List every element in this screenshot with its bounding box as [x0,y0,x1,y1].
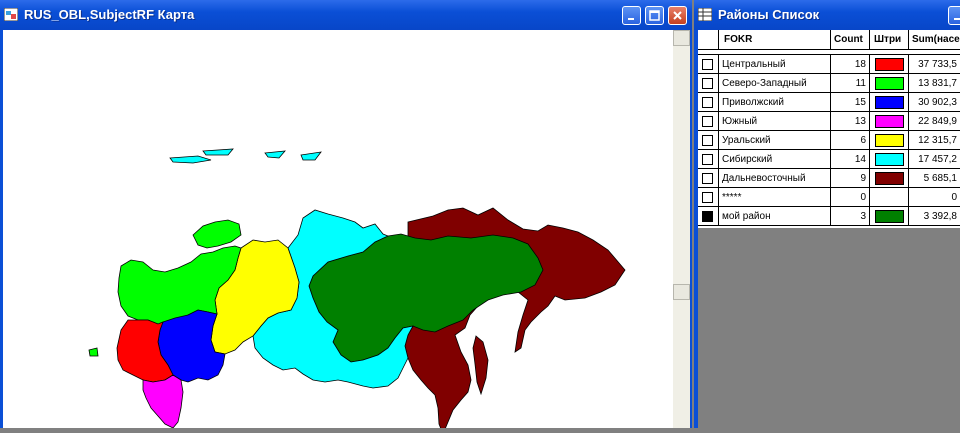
row-pattern-cell[interactable] [870,93,909,112]
row-count-cell[interactable]: 15 [831,93,870,112]
column-header-fokr[interactable]: FOKR [719,30,831,50]
color-swatch [875,172,904,185]
row-sum-cell[interactable]: 13 831,7 [909,74,960,93]
row-name-cell[interactable]: Приволжский [719,93,831,112]
column-header-sum[interactable]: Sum(насе [909,30,960,50]
color-swatch [875,134,904,147]
row-sum-cell[interactable]: 3 392,8 [909,207,960,226]
scroll-up-button[interactable] [673,30,690,46]
close-button[interactable] [668,6,687,25]
row-sum-cell[interactable]: 37 733,5 [909,55,960,74]
row-select-cell[interactable] [698,150,719,169]
row-select-cell[interactable] [698,112,719,131]
list-window-icon [698,8,712,21]
row-count-cell[interactable]: 14 [831,150,870,169]
maximize-icon [649,10,660,21]
row-count-cell[interactable]: 11 [831,74,870,93]
row-count-cell[interactable]: 18 [831,55,870,74]
district-table[interactable]: FOKR Count Штри Sum(насе Центральный 18 37… [698,30,960,228]
row-name-cell[interactable]: мой район [719,207,831,226]
row-name-cell[interactable]: Южный [719,112,831,131]
map-vertical-scrollbar[interactable] [673,30,690,428]
row-checkbox[interactable] [702,173,713,184]
row-select-cell[interactable] [698,74,719,93]
color-swatch [875,58,904,71]
row-checkbox[interactable] [702,78,713,89]
row-select-cell[interactable] [698,131,719,150]
row-pattern-cell[interactable] [870,55,909,74]
row-pattern-cell[interactable] [870,188,909,207]
row-checkbox[interactable] [702,192,713,203]
row-pattern-cell[interactable] [870,112,909,131]
close-icon [673,11,682,20]
row-name-cell[interactable]: Дальневосточный [719,169,831,188]
row-count-cell[interactable]: 13 [831,112,870,131]
row-name-cell[interactable]: ***** [719,188,831,207]
sakhalin-island [472,335,489,396]
row-sum-cell[interactable]: 22 849,9 [909,112,960,131]
row-count-cell[interactable]: 3 [831,207,870,226]
kaliningrad [88,347,99,357]
map-canvas[interactable] [3,30,673,433]
row-count-cell[interactable]: 6 [831,131,870,150]
row-checkbox[interactable] [702,154,713,165]
row-count-cell[interactable]: 9 [831,169,870,188]
row-name-cell[interactable]: Сибирский [719,150,831,169]
scroll-thumb[interactable] [673,284,690,300]
row-sum-cell[interactable]: 5 685,1 [909,169,960,188]
row-checkbox[interactable] [702,116,713,127]
row-select-cell[interactable] [698,188,719,207]
row-pattern-cell[interactable] [870,169,909,188]
row-name-cell[interactable]: Северо-Западный [719,74,831,93]
minimize-button[interactable] [622,6,641,25]
row-checkbox[interactable] [702,97,713,108]
map-window-titlebar[interactable]: RUS_OBL,SubjectRF Карта [0,0,692,30]
list-window-title: Районы Список [718,7,820,22]
kola-peninsula [192,219,242,249]
row-sum-cell[interactable]: 17 457,2 [909,150,960,169]
row-pattern-cell[interactable] [870,207,909,226]
row-sum-cell[interactable]: 12 315,7 [909,131,960,150]
list-window-titlebar[interactable]: Районы Список [694,0,960,30]
row-pattern-cell[interactable] [870,74,909,93]
column-header-pattern[interactable]: Штри [870,30,909,50]
list-window: Районы Список FOKR Count Штри Sum(насе Ц… [694,0,960,428]
color-swatch [875,115,904,128]
row-pattern-cell[interactable] [870,150,909,169]
color-swatch [875,77,904,90]
minimize-icon [628,18,634,20]
row-select-cell[interactable] [698,55,719,74]
color-swatch [875,96,904,109]
row-count-cell[interactable]: 0 [831,188,870,207]
row-select-cell[interactable] [698,207,719,226]
arctic-islands [169,148,322,164]
table-corner-cell [698,30,719,50]
row-select-cell[interactable] [698,169,719,188]
color-swatch [875,153,904,166]
row-select-cell[interactable] [698,93,719,112]
map-window-title: RUS_OBL,SubjectRF Карта [24,7,195,22]
row-name-cell[interactable]: Центральный [719,55,831,74]
map-window: RUS_OBL,SubjectRF Карта [0,0,692,433]
maximize-button[interactable] [645,6,664,25]
region-south[interactable] [142,374,184,429]
map-window-icon [4,8,18,21]
row-pattern-cell[interactable] [870,131,909,150]
row-checkbox[interactable] [702,59,713,70]
minimize-icon [954,18,960,20]
list-minimize-button[interactable] [948,6,960,25]
list-empty-area [698,228,960,428]
row-checkbox[interactable] [702,211,713,222]
row-checkbox[interactable] [702,135,713,146]
russia-map[interactable] [3,30,673,433]
column-header-count[interactable]: Count [831,30,870,50]
row-sum-cell[interactable]: 30 902,3 [909,93,960,112]
row-sum-cell[interactable]: 0 [909,188,960,207]
row-name-cell[interactable]: Уральский [719,131,831,150]
color-swatch [875,210,904,223]
